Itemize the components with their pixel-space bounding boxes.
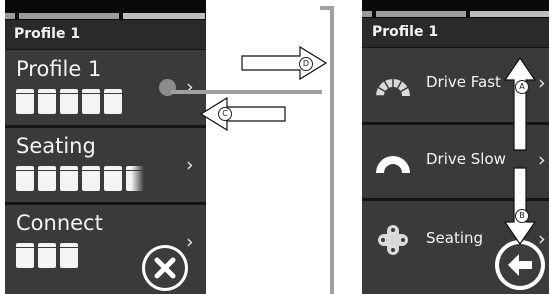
scroll-arrows <box>503 56 537 246</box>
callout-b: B <box>515 209 529 223</box>
arrow-a <box>503 56 537 151</box>
callout-a: A <box>515 80 529 94</box>
arrow-b <box>503 167 537 246</box>
